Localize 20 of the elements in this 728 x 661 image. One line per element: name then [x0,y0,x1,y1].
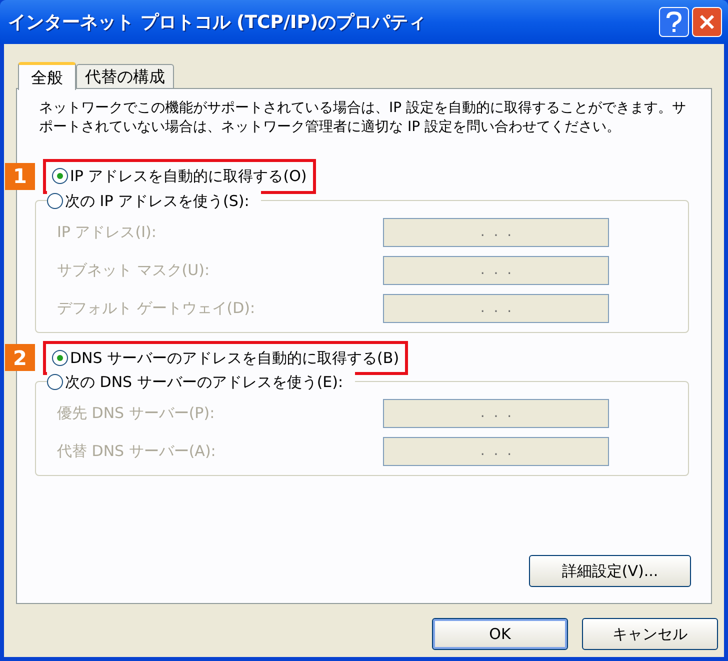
step-badge: 1 [5,162,35,190]
description-text: ネットワークでこの機能がサポートされている場合は、IP 設定を自動的に取得することができます。サポートされていない場合は、ネットワーク管理者に適切な IP 設定を問い合わせてください。 [39,99,688,137]
step-badge: 2 [5,344,35,372]
field-label: 優先 DNS サーバー(P): [57,403,215,424]
question-mark-icon [665,11,683,33]
advanced-button[interactable]: 詳細設定(V)... [529,555,691,587]
tab[interactable]: 代替の構成 [76,64,174,88]
window-title: インターネット プロトコル (TCP/IP)のプロパティ [8,10,428,34]
close-icon [698,13,716,31]
close-button[interactable] [692,7,722,37]
field-label: 代替 DNS サーバー(A): [57,441,216,462]
dialog-button[interactable]: OK [432,618,568,650]
help-button[interactable] [659,7,689,37]
tab[interactable]: 全般 [18,62,76,90]
field-label: IP アドレス(I): [57,222,156,243]
radio-option[interactable]: DNS サーバーのアドレスを自動的に取得する(B) [52,346,400,369]
field-label: サブネット マスク(U): [57,260,210,281]
dialog-button[interactable]: キャンセル [582,618,718,650]
field-label: デフォルト ゲートウェイ(D): [57,298,256,319]
radio-option[interactable]: IP アドレスを自動的に取得する(O) [52,165,307,188]
